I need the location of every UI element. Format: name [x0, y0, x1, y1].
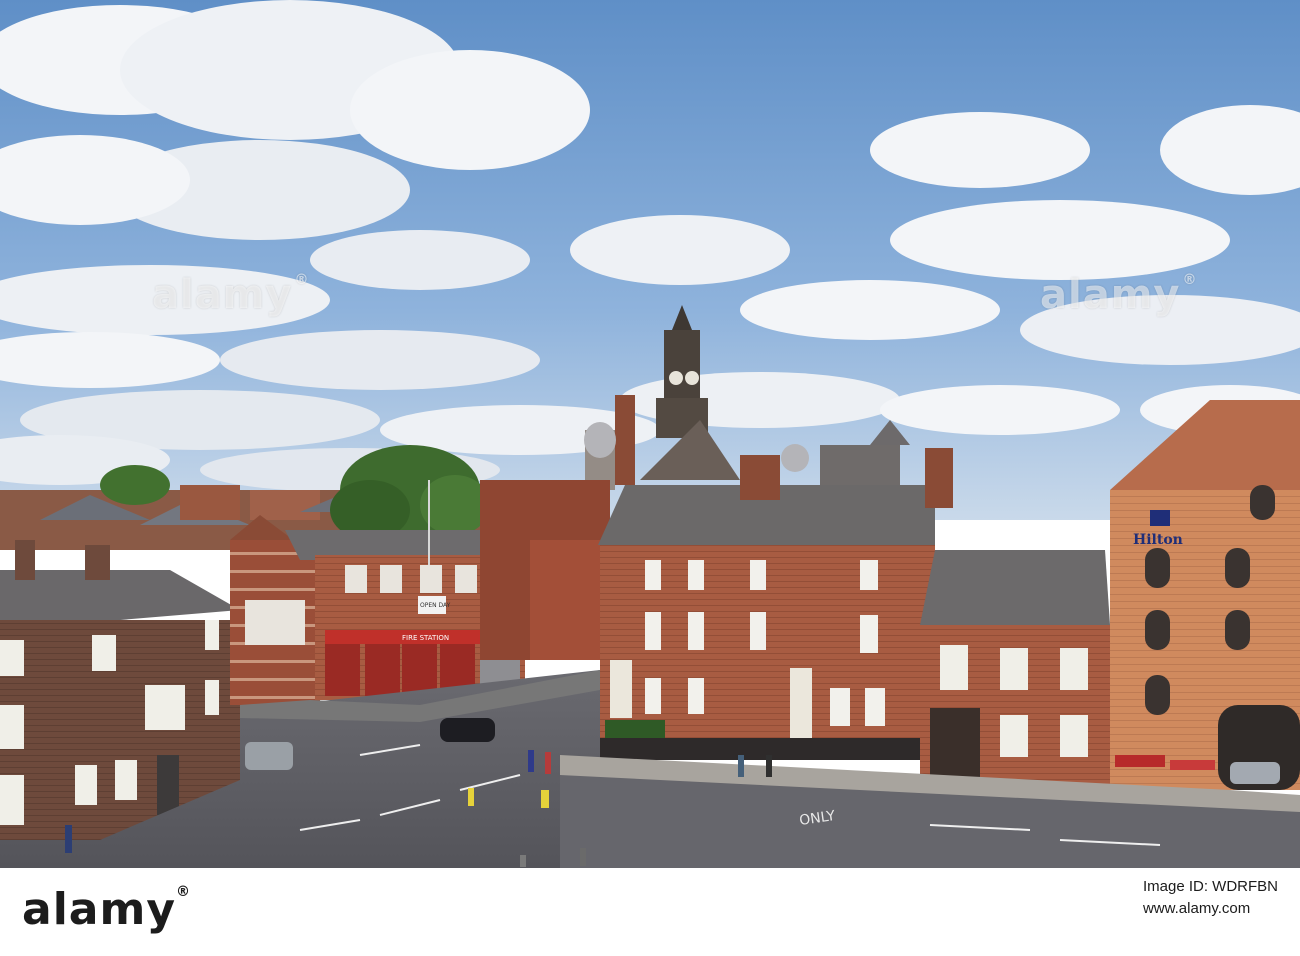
image-id-line: Image ID: WDRFBN	[1143, 876, 1278, 898]
watermark-text: alamy	[1040, 272, 1181, 318]
watermark-right: alamy ®	[1040, 272, 1197, 318]
bollard	[541, 790, 549, 808]
watermark-text: alamy	[152, 272, 293, 318]
watermark-registered: ®	[294, 272, 310, 288]
photo-canvas: FIRE STATION OPEN DAY Hilton ONLY	[0, 0, 1300, 868]
footer-logo-registered: ®	[176, 884, 191, 900]
footer-logo: alamy®	[22, 884, 191, 935]
watermark-left: alamy ®	[152, 272, 309, 318]
image-id-label: Image ID:	[1142, 878, 1208, 895]
shop-building	[920, 550, 1110, 785]
bollard	[468, 788, 474, 806]
georgian-townhouse	[598, 448, 953, 760]
sign-hotel: Hilton	[1133, 532, 1183, 548]
sign-open-day: OPEN DAY	[420, 602, 451, 609]
site-url[interactable]: www.alamy.com	[1143, 898, 1278, 920]
sign-fire-station: FIRE STATION	[402, 634, 449, 642]
city-street-photo: FIRE STATION OPEN DAY Hilton ONLY	[0, 0, 1300, 868]
town-hall-brick	[480, 480, 610, 660]
image-id-value: WDRFBN	[1212, 878, 1278, 895]
footer-meta: Image ID: WDRFBN www.alamy.com	[1143, 876, 1278, 920]
watermark-registered: ®	[1182, 272, 1198, 288]
footer-logo-text: alamy	[22, 884, 176, 935]
footer-bar	[0, 868, 1300, 956]
